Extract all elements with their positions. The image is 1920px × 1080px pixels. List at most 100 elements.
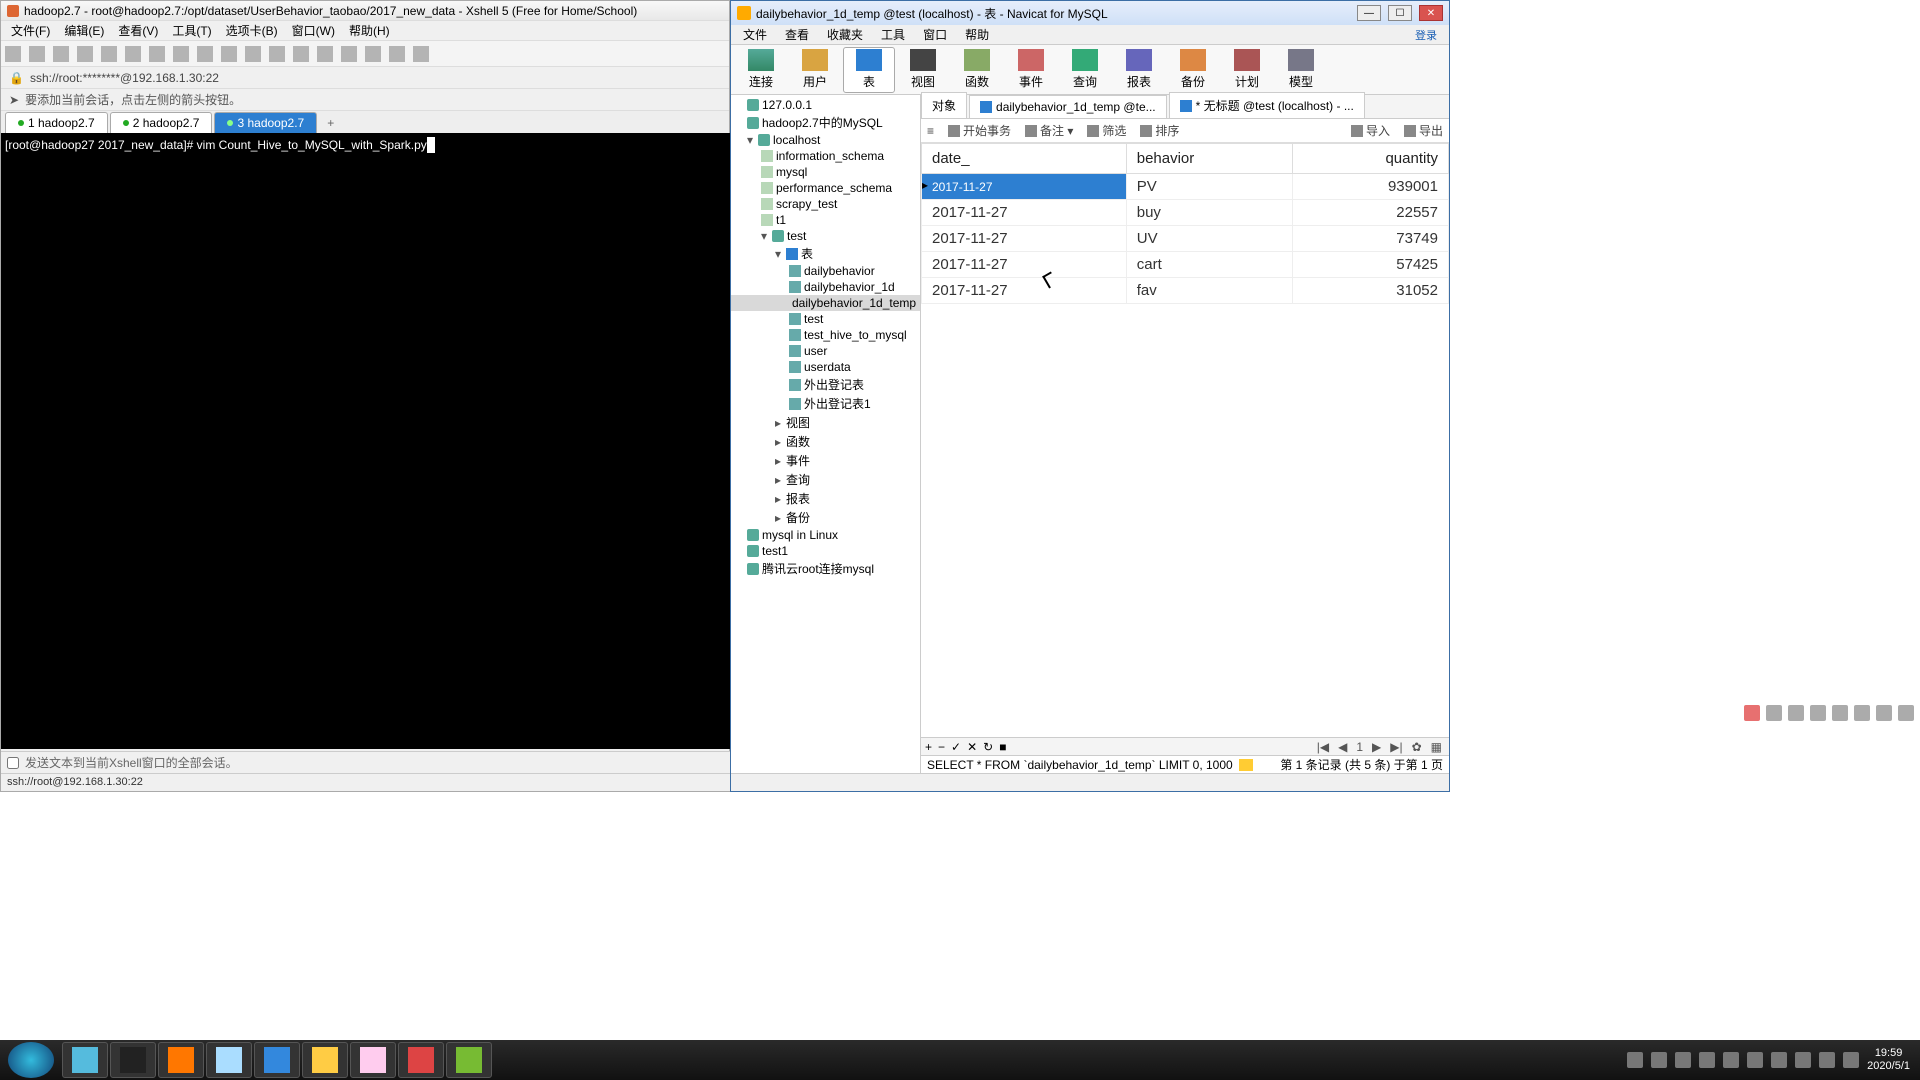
cell-date[interactable]: 2017-11-27 bbox=[922, 278, 1127, 304]
tab-new-button[interactable]: + bbox=[319, 113, 342, 133]
maximize-button[interactable]: ☐ bbox=[1388, 5, 1412, 21]
toolbar-icon[interactable] bbox=[245, 46, 261, 62]
cell-behavior[interactable]: fav bbox=[1126, 278, 1292, 304]
toolbar-icon[interactable] bbox=[173, 46, 189, 62]
task-notepad[interactable] bbox=[206, 1042, 252, 1078]
menu-edit[interactable]: 编辑(E) bbox=[58, 20, 110, 41]
task-cmd[interactable] bbox=[110, 1042, 156, 1078]
expand-icon[interactable]: ▾ bbox=[761, 229, 769, 243]
tree-fn-node[interactable]: ▸函数 bbox=[731, 432, 920, 451]
toolbar-icon[interactable] bbox=[341, 46, 357, 62]
conn-item[interactable]: mysql in Linux bbox=[731, 527, 920, 543]
menu-help[interactable]: 帮助 bbox=[957, 24, 997, 45]
cell-behavior[interactable]: PV bbox=[1126, 174, 1292, 200]
table-row[interactable]: 2017-11-27buy22557 bbox=[922, 200, 1449, 226]
col-behavior[interactable]: behavior bbox=[1126, 144, 1292, 174]
col-date[interactable]: date_ bbox=[922, 144, 1127, 174]
menu-tools[interactable]: 工具 bbox=[873, 24, 913, 45]
table-row[interactable]: 2017-11-27fav31052 bbox=[922, 278, 1449, 304]
menu-view[interactable]: 查看 bbox=[777, 24, 817, 45]
ribbon-table[interactable]: 表 bbox=[843, 47, 895, 93]
login-link[interactable]: 登录 bbox=[1407, 25, 1445, 45]
data-grid[interactable]: date_ behavior quantity ▸2017-11-27 PV 9… bbox=[921, 143, 1449, 737]
toolbar-icon[interactable] bbox=[125, 46, 141, 62]
expand-icon[interactable]: ▸ bbox=[775, 416, 783, 430]
ribbon-event[interactable]: 事件 bbox=[1005, 47, 1057, 93]
save-button[interactable]: ✓ bbox=[951, 740, 961, 754]
last-page-button[interactable]: ▶| bbox=[1387, 740, 1405, 754]
tray-icon[interactable] bbox=[1651, 1052, 1667, 1068]
tray-icon[interactable] bbox=[1843, 1052, 1859, 1068]
tray-icon[interactable] bbox=[1795, 1052, 1811, 1068]
toolbar-icon[interactable] bbox=[365, 46, 381, 62]
tree-event-node[interactable]: ▸事件 bbox=[731, 451, 920, 470]
toolbar-icon[interactable] bbox=[269, 46, 285, 62]
tab-hadoop27-1[interactable]: 1 hadoop2.7 bbox=[5, 112, 108, 133]
task-xshell[interactable] bbox=[398, 1042, 444, 1078]
task-firefox[interactable] bbox=[158, 1042, 204, 1078]
tray-icon[interactable] bbox=[1766, 705, 1782, 721]
ribbon-view[interactable]: 视图 bbox=[897, 47, 949, 93]
toolbar-icon[interactable] bbox=[149, 46, 165, 62]
settings-icon[interactable]: ✿ bbox=[1409, 740, 1425, 754]
conn-item[interactable]: hadoop2.7中的MySQL bbox=[731, 113, 920, 132]
tab-hadoop27-2[interactable]: 2 hadoop2.7 bbox=[110, 112, 213, 133]
task-chrome[interactable] bbox=[302, 1042, 348, 1078]
page-number[interactable]: 1 bbox=[1353, 740, 1366, 754]
ribbon-report[interactable]: 报表 bbox=[1113, 47, 1165, 93]
table-item[interactable]: 外出登记表 bbox=[731, 375, 920, 394]
schema-item[interactable]: mysql bbox=[731, 164, 920, 180]
expand-icon[interactable]: ▾ bbox=[747, 133, 755, 147]
ribbon-model[interactable]: 模型 bbox=[1275, 47, 1327, 93]
expand-icon[interactable]: ▸ bbox=[775, 473, 783, 487]
tray-icon[interactable] bbox=[1810, 705, 1826, 721]
terminal[interactable]: [root@hadoop27 2017_new_data]# vim Count… bbox=[1, 133, 731, 749]
table-item[interactable]: user bbox=[731, 343, 920, 359]
toolbar-icon[interactable] bbox=[293, 46, 309, 62]
cell-date[interactable]: 2017-11-27 bbox=[922, 252, 1127, 278]
menu-fav[interactable]: 收藏夹 bbox=[819, 24, 871, 45]
tree-backup-node[interactable]: ▸备份 bbox=[731, 508, 920, 527]
tray-icon[interactable] bbox=[1832, 705, 1848, 721]
expand-icon[interactable]: ▸ bbox=[775, 492, 783, 506]
tab-object[interactable]: 对象 bbox=[921, 92, 967, 118]
add-row-button[interactable]: + bbox=[925, 740, 932, 754]
tree-view-node[interactable]: ▸视图 bbox=[731, 413, 920, 432]
ribbon-fn[interactable]: 函数 bbox=[951, 47, 1003, 93]
cell-quantity[interactable]: 31052 bbox=[1293, 278, 1449, 304]
menu-help[interactable]: 帮助(H) bbox=[343, 20, 396, 41]
cell-quantity[interactable]: 57425 bbox=[1293, 252, 1449, 278]
task-navicat[interactable] bbox=[446, 1042, 492, 1078]
cancel-button[interactable]: ✕ bbox=[967, 740, 977, 754]
table-row[interactable]: 2017-11-27cart57425 bbox=[922, 252, 1449, 278]
table-row[interactable]: ▸2017-11-27 PV 939001 bbox=[922, 174, 1449, 200]
ribbon-plan[interactable]: 计划 bbox=[1221, 47, 1273, 93]
table-item[interactable]: userdata bbox=[731, 359, 920, 375]
table-item[interactable]: dailybehavior bbox=[731, 263, 920, 279]
task-folder[interactable] bbox=[350, 1042, 396, 1078]
toolbar-icon[interactable] bbox=[197, 46, 213, 62]
col-quantity[interactable]: quantity bbox=[1293, 144, 1449, 174]
arrow-icon[interactable]: ➤ bbox=[9, 93, 19, 107]
taskbar-clock[interactable]: 19:59 2020/5/1 bbox=[1867, 1047, 1910, 1073]
tray-icon[interactable] bbox=[1898, 705, 1914, 721]
expand-icon[interactable]: ▸ bbox=[775, 454, 783, 468]
tray-icon[interactable] bbox=[1819, 1052, 1835, 1068]
menu-window[interactable]: 窗口(W) bbox=[286, 20, 341, 41]
navicat-titlebar[interactable]: dailybehavior_1d_temp @test (localhost) … bbox=[731, 1, 1449, 25]
cell-quantity[interactable]: 22557 bbox=[1293, 200, 1449, 226]
table-item[interactable]: test bbox=[731, 311, 920, 327]
start-button[interactable] bbox=[8, 1042, 54, 1078]
cell-behavior[interactable]: cart bbox=[1126, 252, 1292, 278]
delete-row-button[interactable]: − bbox=[938, 740, 945, 754]
warning-icon[interactable] bbox=[1239, 759, 1253, 771]
tab-untitled[interactable]: * 无标题 @test (localhost) - ... bbox=[1169, 92, 1365, 118]
sort-button[interactable]: 排序 bbox=[1140, 122, 1179, 139]
toolbar-icon[interactable] bbox=[413, 46, 429, 62]
cell-date[interactable]: 2017-11-27 bbox=[932, 180, 993, 194]
table-item[interactable]: dailybehavior_1d bbox=[731, 279, 920, 295]
menu-file[interactable]: 文件 bbox=[735, 24, 775, 45]
cell-behavior[interactable]: UV bbox=[1126, 226, 1292, 252]
toolbar-icon[interactable] bbox=[389, 46, 405, 62]
tree-report-node[interactable]: ▸报表 bbox=[731, 489, 920, 508]
